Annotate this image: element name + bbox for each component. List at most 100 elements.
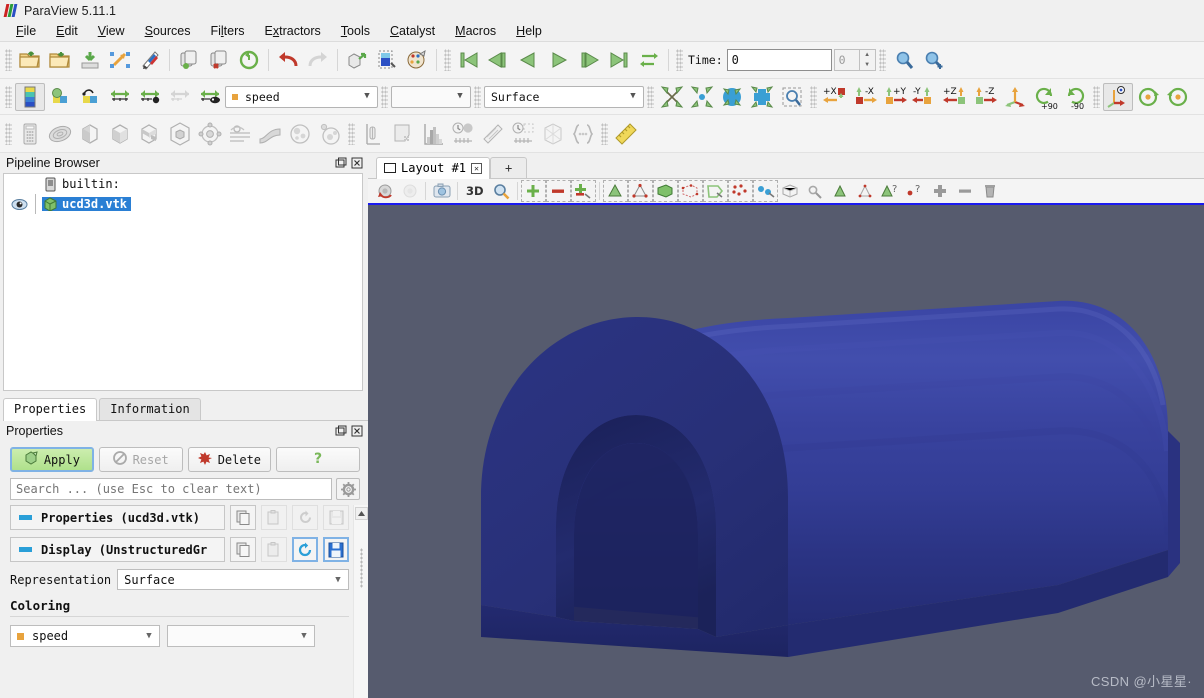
zoom-closest-to-data-icon[interactable] bbox=[919, 46, 949, 74]
toggle-color-legend-icon[interactable] bbox=[15, 82, 45, 111]
plot-data-over-time-icon[interactable] bbox=[448, 120, 478, 148]
zoom-to-data-icon[interactable] bbox=[687, 83, 717, 111]
threshold-filter-icon[interactable] bbox=[135, 120, 165, 148]
tab-information[interactable]: Information bbox=[99, 398, 201, 420]
set-view-isometric-icon[interactable] bbox=[1000, 83, 1030, 111]
toolbar-grip[interactable] bbox=[5, 49, 12, 71]
interactive-select-points-icon[interactable] bbox=[853, 180, 878, 202]
rescale-temporal-range-icon[interactable] bbox=[195, 83, 225, 111]
paste-icon[interactable] bbox=[261, 505, 287, 530]
save-data-icon[interactable] bbox=[75, 46, 105, 74]
undock-icon[interactable] bbox=[334, 424, 348, 438]
select-zoom-icon[interactable] bbox=[489, 180, 514, 202]
coloring-component-select[interactable]: ▼ bbox=[167, 625, 315, 647]
extract-level-filter-icon[interactable] bbox=[315, 120, 345, 148]
menu-macros[interactable]: Macros bbox=[445, 22, 506, 40]
glyph-filter-icon[interactable] bbox=[195, 120, 225, 148]
toolbar-grip[interactable] bbox=[444, 49, 451, 71]
toolbar-grip[interactable] bbox=[647, 85, 654, 108]
time-input[interactable]: 0 bbox=[726, 49, 832, 71]
array-component-combo[interactable]: ▼ bbox=[391, 85, 471, 108]
save-as-defaults-icon[interactable] bbox=[323, 537, 349, 562]
save-state-icon[interactable] bbox=[105, 46, 135, 74]
close-icon[interactable]: ✕ bbox=[471, 162, 483, 174]
menu-view[interactable]: View bbox=[88, 22, 135, 40]
open-recent-icon[interactable] bbox=[45, 46, 75, 74]
menu-help[interactable]: Help bbox=[506, 22, 552, 40]
render-view[interactable]: CSDN @小星星· bbox=[368, 205, 1204, 698]
layout-tab-1[interactable]: Layout #1 ✕ bbox=[376, 157, 491, 179]
select-cells-surface-icon[interactable] bbox=[602, 180, 628, 202]
ruler-icon[interactable] bbox=[611, 120, 641, 148]
toolbar-grip[interactable] bbox=[474, 85, 481, 108]
select-points-polygon-icon[interactable] bbox=[727, 180, 753, 202]
spin-down-icon[interactable]: ▼ bbox=[860, 60, 875, 70]
toolbar-grip[interactable] bbox=[878, 49, 886, 71]
chevron-down-icon[interactable]: ▼ bbox=[141, 631, 157, 641]
tab-properties[interactable]: Properties bbox=[3, 398, 98, 421]
set-view-plus-y-icon[interactable]: +Y bbox=[880, 83, 910, 111]
time-frame-stepper[interactable]: 0 ▲ ▼ bbox=[833, 49, 876, 71]
menu-catalyst[interactable]: Catalyst bbox=[380, 22, 445, 40]
programmable-filter-icon[interactable] bbox=[568, 120, 598, 148]
time-frame-spin-buttons[interactable]: ▲ ▼ bbox=[859, 49, 876, 71]
chevron-down-icon[interactable]: ▼ bbox=[452, 92, 468, 101]
subtract-selection-icon[interactable] bbox=[545, 180, 571, 202]
plot-selection-over-time-icon[interactable] bbox=[388, 120, 418, 148]
select-cells-polygon-icon[interactable] bbox=[702, 180, 728, 202]
set-view-plus-x-icon[interactable]: +X bbox=[820, 83, 850, 111]
query-cells-icon[interactable]: ? bbox=[878, 180, 903, 202]
redo-camera-icon[interactable] bbox=[397, 180, 422, 202]
hover-cells-icon[interactable] bbox=[803, 180, 828, 202]
query-points-icon[interactable]: ? bbox=[903, 180, 928, 202]
chevron-down-icon[interactable]: ▼ bbox=[330, 575, 346, 585]
next-frame-icon[interactable] bbox=[574, 46, 604, 74]
extract-subset-filter-icon[interactable] bbox=[165, 120, 195, 148]
rescale-to-data-range-icon[interactable] bbox=[75, 83, 105, 111]
set-view-minus-z-icon[interactable]: -Z bbox=[970, 83, 1000, 111]
redo-icon[interactable] bbox=[303, 46, 333, 74]
stream-tracer-filter-icon[interactable] bbox=[225, 120, 255, 148]
group-datasets-filter-icon[interactable] bbox=[285, 120, 315, 148]
set-view-minus-y-icon[interactable]: -Y bbox=[910, 83, 940, 111]
restore-defaults-icon[interactable] bbox=[292, 537, 318, 562]
toolbar-grip[interactable] bbox=[810, 85, 817, 108]
close-icon[interactable] bbox=[350, 424, 364, 438]
toolbar-grip[interactable] bbox=[676, 49, 683, 71]
zoom-to-box-icon[interactable] bbox=[657, 83, 687, 111]
python-calculator-icon[interactable] bbox=[538, 120, 568, 148]
representation-combo[interactable]: Surface ▼ bbox=[484, 85, 644, 108]
properties-group-header[interactable]: Properties (ucd3d.vtk) bbox=[10, 505, 225, 530]
chevron-down-icon[interactable]: ▼ bbox=[296, 631, 312, 641]
view-mode-label[interactable]: 3D bbox=[461, 184, 489, 198]
reset-button[interactable]: Reset bbox=[98, 447, 183, 472]
restore-defaults-icon[interactable] bbox=[292, 505, 318, 530]
rescale-custom-range-icon[interactable] bbox=[105, 83, 135, 111]
pick-center-icon[interactable] bbox=[1163, 83, 1193, 111]
show-center-axes-icon[interactable] bbox=[1103, 82, 1133, 111]
zoom-to-selection-icon[interactable] bbox=[777, 83, 807, 111]
spin-up-icon[interactable]: ▲ bbox=[860, 50, 875, 60]
scroll-up-icon[interactable] bbox=[354, 507, 368, 520]
reset-center-icon[interactable] bbox=[1133, 83, 1163, 111]
open-file-icon[interactable] bbox=[15, 46, 45, 74]
pipeline-node-ucd3d[interactable]: ucd3d.vtk bbox=[4, 194, 362, 214]
time-frame-value[interactable]: 0 bbox=[833, 49, 860, 71]
interactive-select-cells-icon[interactable] bbox=[778, 180, 803, 202]
toolbar-grip[interactable] bbox=[1093, 85, 1100, 108]
pipeline-browser[interactable]: builtin: ucd3d.vtk bbox=[3, 173, 363, 391]
copy-icon[interactable] bbox=[230, 537, 256, 562]
plot-time-icon[interactable] bbox=[508, 120, 538, 148]
histogram-icon[interactable] bbox=[418, 120, 448, 148]
reset-camera-closest-icon[interactable] bbox=[747, 83, 777, 111]
paste-icon[interactable] bbox=[261, 537, 287, 562]
close-icon[interactable] bbox=[350, 156, 364, 170]
menu-edit[interactable]: Edit bbox=[46, 22, 88, 40]
delete-button[interactable]: Delete bbox=[187, 447, 272, 472]
extract-block-icon[interactable] bbox=[342, 46, 372, 74]
clip-filter-icon[interactable] bbox=[75, 120, 105, 148]
rotate-plus-90-icon[interactable]: +90 bbox=[1030, 83, 1060, 111]
connect-server-icon[interactable] bbox=[174, 46, 204, 74]
last-frame-icon[interactable] bbox=[604, 46, 634, 74]
calculator-filter-icon[interactable] bbox=[15, 120, 45, 148]
